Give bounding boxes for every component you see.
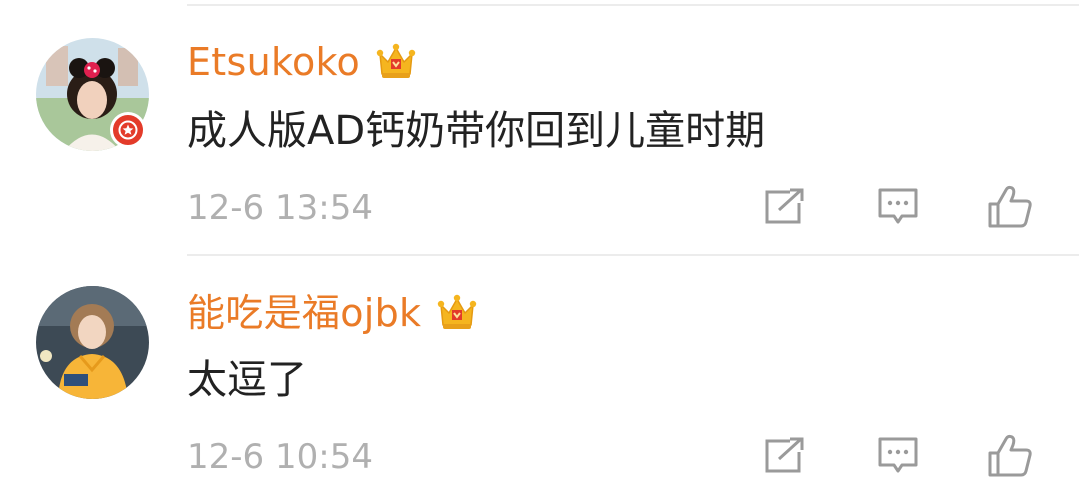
repost-button[interactable] bbox=[756, 179, 812, 235]
username[interactable]: Etsukoko bbox=[187, 37, 360, 87]
comment-bubble-icon bbox=[878, 188, 918, 224]
username-row: Etsukoko bbox=[187, 37, 418, 87]
vip-crown-icon bbox=[376, 43, 416, 78]
star-icon bbox=[118, 120, 138, 140]
comment-divider bbox=[187, 254, 1079, 256]
reply-button[interactable] bbox=[870, 179, 926, 235]
comment-bubble-icon bbox=[878, 437, 918, 473]
share-box-icon bbox=[765, 188, 804, 224]
username-row: 能吃是福ojbk bbox=[187, 288, 479, 338]
thumbs-up-icon bbox=[988, 185, 1032, 228]
like-button[interactable] bbox=[982, 179, 1038, 235]
timestamp: 12-6 13:54 bbox=[187, 188, 373, 228]
reply-button[interactable] bbox=[870, 428, 926, 484]
comment-text: 太逗了 bbox=[187, 357, 307, 403]
share-box-icon bbox=[765, 437, 804, 473]
vip-crown-icon bbox=[438, 294, 477, 329]
comment-text: 成人版AD钙奶带你回到儿童时期 bbox=[187, 108, 766, 154]
top-divider bbox=[187, 4, 1079, 6]
like-button[interactable] bbox=[982, 428, 1038, 484]
repost-button[interactable] bbox=[756, 428, 812, 484]
comment-list: Etsukoko 成人版AD钙奶带你回到儿童时期 12-6 13:54 能吃是福… bbox=[0, 0, 1079, 490]
timestamp: 12-6 10:54 bbox=[187, 437, 373, 477]
username[interactable]: 能吃是福ojbk bbox=[187, 288, 421, 338]
thumbs-up-icon bbox=[988, 434, 1032, 477]
verified-badge bbox=[110, 112, 146, 148]
avatar[interactable] bbox=[36, 286, 149, 399]
